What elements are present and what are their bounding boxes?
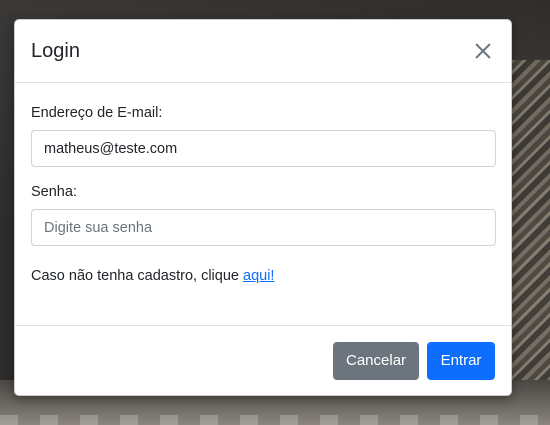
modal-header: Login bbox=[15, 20, 511, 83]
password-field[interactable] bbox=[31, 209, 496, 246]
close-icon[interactable] bbox=[471, 39, 495, 63]
email-label: Endereço de E-mail: bbox=[31, 105, 163, 121]
email-field[interactable] bbox=[31, 130, 496, 167]
submit-button[interactable]: Entrar bbox=[427, 341, 495, 380]
modal-footer: Cancelar Entrar bbox=[15, 325, 511, 395]
cancel-button[interactable]: Cancelar bbox=[333, 341, 419, 380]
signup-hint-text: Caso não tenha cadastro, clique bbox=[31, 268, 243, 284]
signup-hint: Caso não tenha cadastro, clique aqui! bbox=[31, 268, 495, 284]
login-modal: Login Endereço de E-mail: Senha: Caso nã… bbox=[14, 19, 512, 396]
modal-title: Login bbox=[31, 39, 80, 62]
password-label: Senha: bbox=[31, 184, 77, 200]
modal-body: Endereço de E-mail: Senha: Caso não tenh… bbox=[15, 83, 511, 284]
background-decoration bbox=[0, 415, 550, 425]
password-group: Senha: bbox=[31, 184, 496, 246]
email-group: Endereço de E-mail: bbox=[31, 105, 496, 167]
signup-link[interactable]: aqui! bbox=[243, 268, 274, 284]
